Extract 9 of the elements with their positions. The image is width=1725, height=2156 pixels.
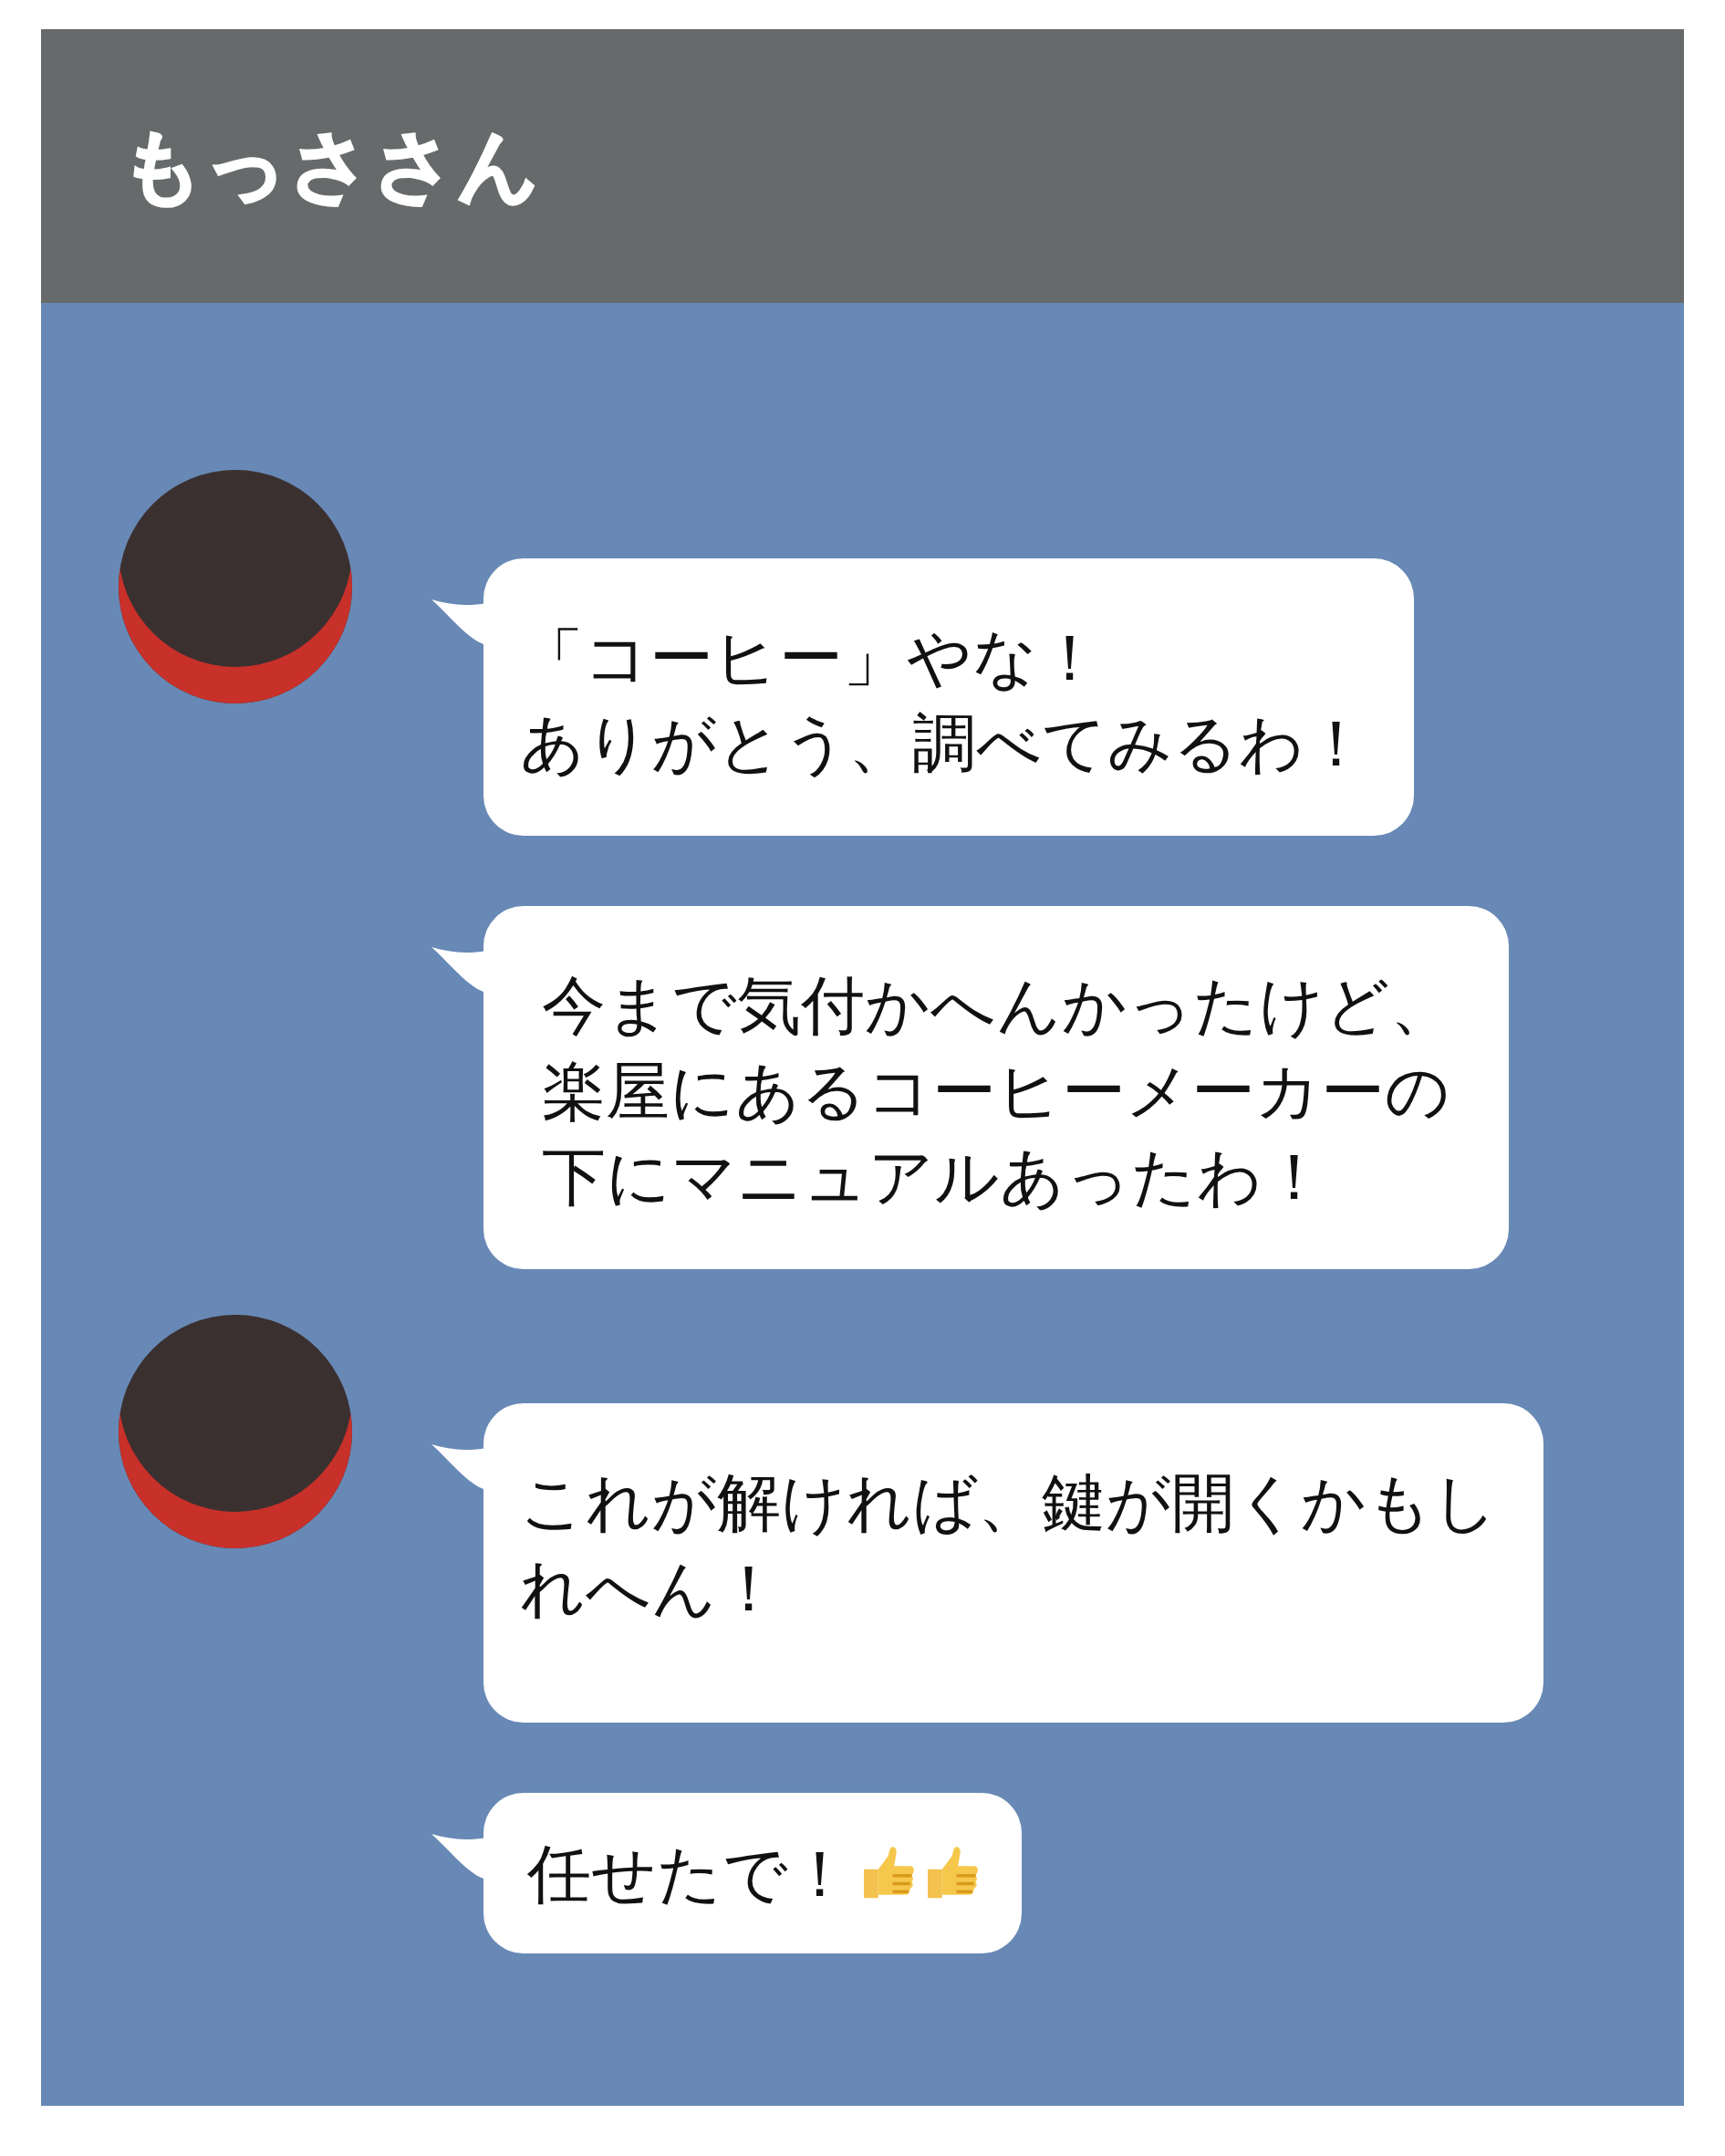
message-text-line: れへん！	[520, 1550, 781, 1628]
contact-name: もっささん	[121, 117, 541, 214]
message-text-line: 今まで気付かへんかったけど、	[542, 967, 1454, 1045]
message-text-line: 楽屋にあるコーヒーメーカーの	[542, 1053, 1450, 1130]
message-text-line: ありがとう、調べてみるわ！	[520, 705, 1368, 783]
message-text-line: 「コーヒー」やな！	[520, 620, 1102, 697]
message-text-line: 任せたで！	[527, 1836, 852, 1913]
message-text-line: これが解ければ、鍵が開くかもし	[520, 1464, 1498, 1542]
message-text-line: 下にマニュアルあったわ！	[542, 1139, 1326, 1216]
